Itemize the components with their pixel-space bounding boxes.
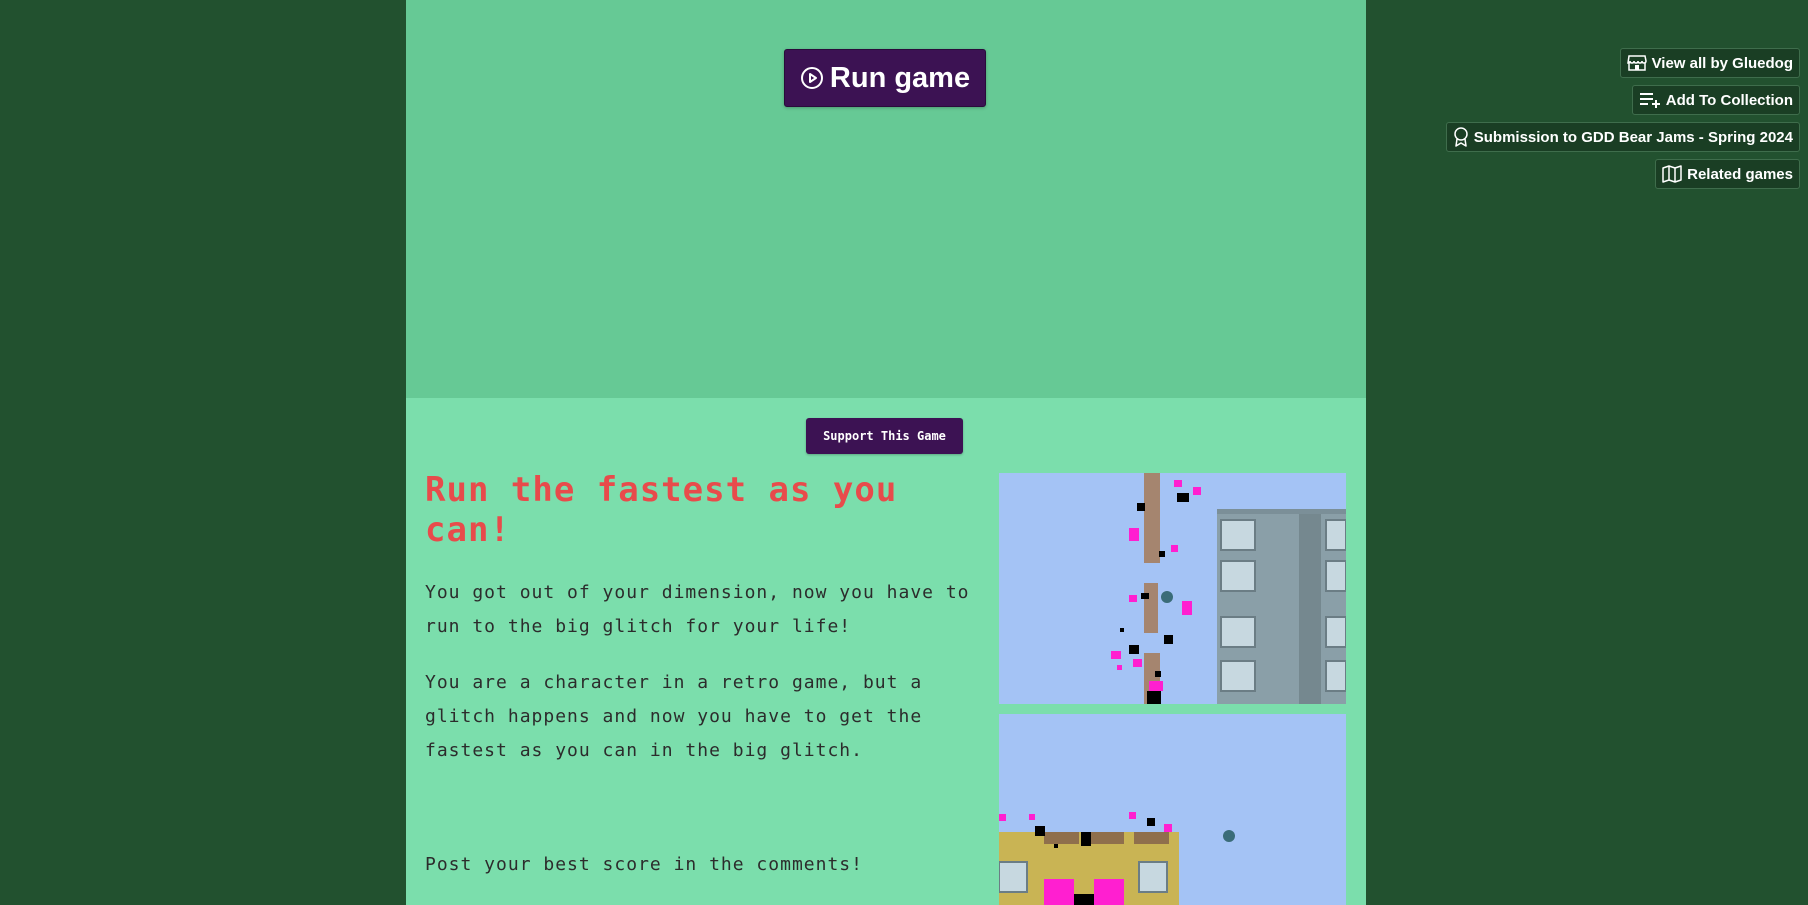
support-game-button[interactable]: Support This Game [806,418,963,454]
game-description: Run the fastest as you can! You got out … [425,470,985,882]
related-games-button[interactable]: Related games [1655,159,1800,189]
view-all-label: View all by Gluedog [1651,54,1793,72]
description-paragraph: Post your best score in the comments! [425,854,863,875]
add-to-collection-label: Add To Collection [1665,91,1793,109]
game-sidebar-actions: View all by Gluedog Add To Collection Su… [1445,48,1800,189]
jam-submission-label: Submission to GDD Bear Jams - Spring 202… [1473,128,1793,146]
game-page-column: Run game Support This Game Run the faste… [406,0,1366,905]
itchio-store-icon [1626,55,1647,71]
play-circle-icon [800,67,823,89]
jam-submission-button[interactable]: Submission to GDD Bear Jams - Spring 202… [1445,122,1800,152]
description-paragraph: You got out of your dimension, now you h… [425,582,970,637]
award-ribbon-icon [1453,127,1468,147]
add-to-collection-button[interactable]: Add To Collection [1631,85,1800,115]
screenshot-2-image [999,714,1346,905]
screenshot-1-image [999,473,1346,704]
screenshot-2[interactable] [999,714,1346,905]
description-paragraph: You are a character in a retro game, but… [425,672,923,761]
screenshot-1[interactable] [999,473,1346,704]
view-all-button[interactable]: View all by Gluedog [1619,48,1800,78]
description-heading: Run the fastest as you can! [425,470,898,550]
run-game-button[interactable]: Run game [784,49,986,107]
related-games-label: Related games [1687,165,1793,183]
map-icon [1662,165,1682,183]
game-embed-area: Run game [406,0,1366,398]
playlist-add-icon [1639,93,1660,108]
run-game-label: Run game [829,61,971,94]
